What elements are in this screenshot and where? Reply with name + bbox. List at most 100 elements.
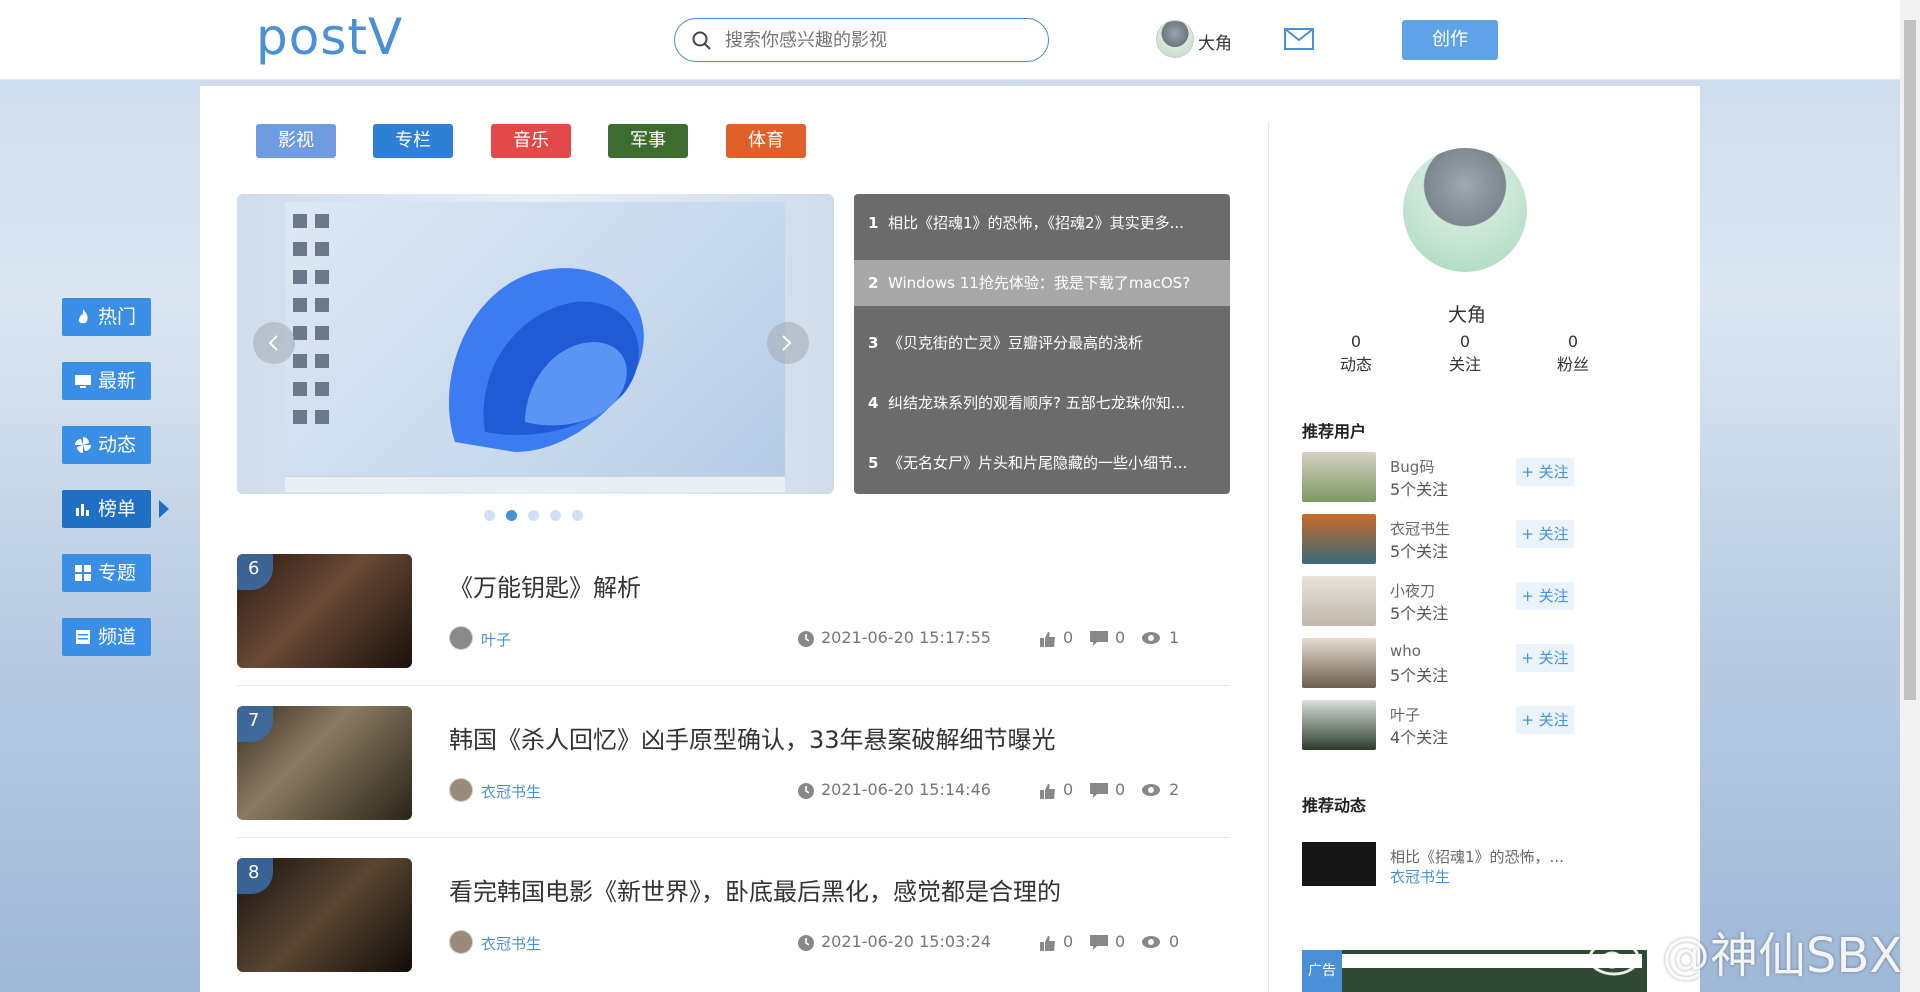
stat-label: 粉丝 [1556, 355, 1589, 374]
carousel-image[interactable] [285, 202, 785, 492]
ranking-item[interactable]: 4 纠结龙珠系列的观看顺序? 五部七龙珠你知... [854, 380, 1230, 426]
stat-followers[interactable]: 0 粉丝 [1543, 332, 1603, 375]
ranking-item[interactable]: 3 《贝克街的亡灵》豆瓣评分最高的浅析 [854, 320, 1230, 366]
user-avatar[interactable] [1156, 20, 1194, 58]
user-name[interactable]: 小夜刀 [1390, 580, 1435, 601]
carousel-dot[interactable] [528, 510, 539, 521]
bar-chart-icon [76, 504, 89, 516]
thumbs-up-icon[interactable] [1039, 934, 1057, 952]
post-author[interactable]: 衣冠书生 [1390, 866, 1450, 887]
create-button[interactable]: 创作 [1402, 20, 1498, 60]
article-item[interactable]: 6 《万能钥匙》解析 叶子 2021-06-20 15:17:55 0 0 1 [237, 554, 1230, 686]
article-title[interactable]: 《万能钥匙》解析 [449, 568, 641, 603]
category-sports[interactable]: 体育 [726, 124, 806, 158]
follow-button[interactable]: + 关注 [1516, 644, 1574, 672]
article-author[interactable]: 叶子 [481, 629, 511, 650]
article-title[interactable]: 韩国《杀人回忆》凶手原型确认，33年悬案破解细节曝光 [449, 720, 1056, 755]
thumbs-up-icon[interactable] [1039, 782, 1057, 800]
stat-posts[interactable]: 0 动态 [1326, 332, 1386, 375]
article-thumbnail[interactable]: 6 [237, 554, 412, 668]
weibo-logo-icon [1588, 930, 1646, 976]
rank-number: 1 [868, 214, 879, 232]
follow-button[interactable]: + 关注 [1516, 706, 1574, 734]
user-name[interactable]: who [1390, 642, 1421, 660]
user-avatar[interactable] [1302, 514, 1376, 564]
nav-topics[interactable]: 专题 [62, 554, 151, 592]
search-box[interactable] [674, 18, 1049, 62]
author-avatar[interactable] [449, 626, 473, 650]
site-logo[interactable]: postV [256, 8, 403, 66]
category-music[interactable]: 音乐 [491, 124, 571, 158]
article-author[interactable]: 衣冠书生 [481, 781, 541, 802]
user-name[interactable]: 大角 [1198, 29, 1232, 54]
article-rank: 8 [237, 858, 273, 894]
post-thumbnail[interactable] [1302, 842, 1376, 886]
recommended-post[interactable]: 相比《招魂1》的恐怖，... 衣冠书生 [1302, 842, 1602, 888]
user-avatar[interactable] [1302, 700, 1376, 750]
carousel-dot-active[interactable] [506, 510, 517, 521]
article-item[interactable]: 7 韩国《杀人回忆》凶手原型确认，33年悬案破解细节曝光 衣冠书生 2021-0… [237, 706, 1230, 838]
category-military[interactable]: 军事 [608, 124, 688, 158]
carousel-dot[interactable] [572, 510, 583, 521]
rank-title: 纠结龙珠系列的观看顺序? 五部七龙珠你知... [888, 394, 1186, 412]
nav-dynamic[interactable]: 动态 [62, 426, 151, 464]
rank-title: 《贝克街的亡灵》豆瓣评分最高的浅析 [888, 334, 1144, 352]
category-column[interactable]: 专栏 [373, 124, 453, 158]
post-title[interactable]: 相比《招魂1》的恐怖，... [1390, 846, 1564, 867]
ranking-item[interactable]: 1 相比《招魂1》的恐怖，《招魂2》其实更多... [854, 200, 1230, 246]
carousel-dot[interactable] [484, 510, 495, 521]
scrollbar-thumb[interactable] [1904, 20, 1916, 700]
author-avatar[interactable] [449, 930, 473, 954]
user-avatar[interactable] [1302, 452, 1376, 502]
view-count: 2 [1169, 780, 1180, 799]
article-thumbnail[interactable]: 8 [237, 858, 412, 972]
follow-button[interactable]: + 关注 [1516, 582, 1574, 610]
article-time: 2021-06-20 15:14:46 [821, 780, 991, 799]
category-film[interactable]: 影视 [256, 124, 336, 158]
ranking-item[interactable]: 5 《无名女尸》片头和片尾隐藏的一些小细节... [854, 440, 1230, 486]
author-avatar[interactable] [449, 778, 473, 802]
article-author[interactable]: 衣冠书生 [481, 933, 541, 954]
mail-icon[interactable] [1284, 28, 1314, 50]
comment-icon[interactable] [1089, 782, 1109, 800]
comment-icon[interactable] [1089, 934, 1109, 952]
article-meta: 叶子 2021-06-20 15:17:55 0 0 1 [449, 626, 1209, 652]
fire-icon [78, 309, 88, 324]
article-item[interactable]: 8 看完韩国电影《新世界》，卧底最后黑化，感觉都是合理的 衣冠书生 2021-0… [237, 858, 1230, 988]
comment-count: 0 [1115, 628, 1126, 647]
profile-avatar[interactable] [1403, 148, 1527, 272]
nav-channels[interactable]: 频道 [62, 618, 151, 656]
recommended-user: Bug码 5个关注 + 关注 [1302, 452, 1602, 504]
follow-button[interactable]: + 关注 [1516, 520, 1574, 548]
view-count: 1 [1169, 628, 1180, 647]
carousel-prev-button[interactable] [253, 322, 295, 364]
rank-title: 相比《招魂1》的恐怖，《招魂2》其实更多... [888, 214, 1184, 232]
article-title[interactable]: 看完韩国电影《新世界》，卧底最后黑化，感觉都是合理的 [449, 872, 1061, 907]
user-name[interactable]: Bug码 [1390, 456, 1434, 477]
divider [237, 685, 1230, 686]
thumbs-up-icon[interactable] [1039, 630, 1057, 648]
user-follows: 5个关注 [1390, 542, 1449, 561]
carousel[interactable] [237, 194, 834, 494]
profile-name[interactable]: 大角 [1448, 300, 1486, 327]
nav-hot[interactable]: 热门 [62, 298, 151, 336]
follow-button[interactable]: + 关注 [1516, 458, 1574, 486]
user-avatar[interactable] [1302, 638, 1376, 688]
user-name[interactable]: 衣冠书生 [1390, 518, 1450, 539]
user-name[interactable]: 叶子 [1390, 704, 1420, 725]
stat-value: 0 [1459, 332, 1471, 351]
comment-icon[interactable] [1089, 630, 1109, 648]
carousel-next-button[interactable] [767, 322, 809, 364]
nav-latest[interactable]: 最新 [62, 362, 151, 400]
carousel-dot[interactable] [550, 510, 561, 521]
article-thumbnail[interactable]: 7 [237, 706, 412, 820]
user-avatar[interactable] [1302, 576, 1376, 626]
ranking-list: 1 相比《招魂1》的恐怖，《招魂2》其实更多... 2 Windows 11抢先体验… [854, 194, 1230, 494]
sidebar-divider [1268, 122, 1269, 992]
page-scrollbar[interactable] [1900, 0, 1920, 992]
stat-following[interactable]: 0 关注 [1435, 332, 1495, 375]
nav-ranking[interactable]: 榜单 [62, 490, 169, 528]
search-input[interactable] [725, 27, 1025, 53]
ranking-item[interactable]: 2 Windows 11抢先体验：我是下载了macOS? [854, 260, 1230, 306]
nav-label: 榜单 [98, 498, 137, 520]
